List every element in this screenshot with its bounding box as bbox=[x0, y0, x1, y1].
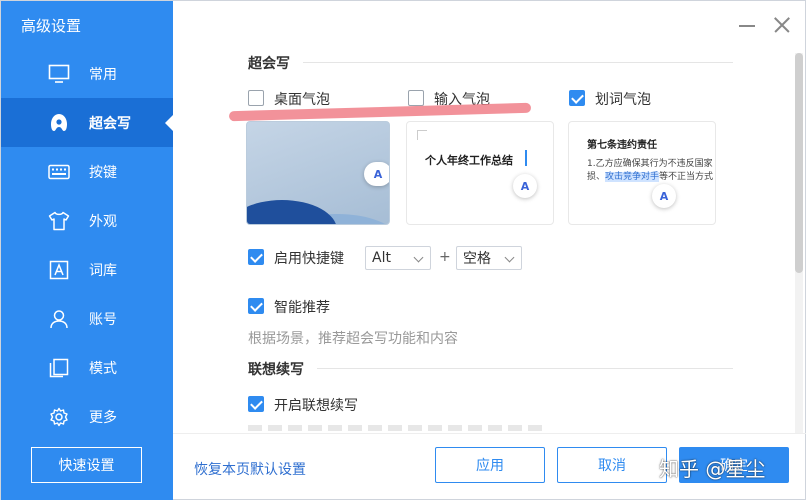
sidebar-item-label: 账号 bbox=[89, 311, 117, 328]
hotkey-checkbox[interactable] bbox=[248, 249, 264, 265]
desktop-bubble-checkbox[interactable] bbox=[248, 90, 264, 106]
word-bubble-preview: 第七条违约责任 1.乙方应确保其行为不违反国家 损、攻击竞争对手等不正当方式 A bbox=[568, 121, 716, 225]
desktop-bubble-preview: A bbox=[246, 121, 390, 225]
word-bubble-checkbox[interactable] bbox=[569, 90, 585, 106]
sidebar-item-label: 词库 bbox=[89, 262, 117, 279]
sidebar-item-general[interactable]: 常用 bbox=[1, 49, 173, 98]
watermark: 知乎 @星尘 bbox=[659, 457, 766, 481]
sidebar-item-label: 按键 bbox=[89, 164, 117, 181]
ai-logo-icon bbox=[48, 112, 70, 134]
sidebar-item-label: 更多 bbox=[89, 409, 117, 426]
mode-icon bbox=[48, 357, 70, 379]
scrollbar[interactable] bbox=[795, 53, 803, 433]
tshirt-icon bbox=[48, 210, 70, 232]
sidebar-item-label: 常用 bbox=[89, 66, 117, 83]
footer-divider bbox=[173, 433, 806, 434]
hotkey-key-select[interactable]: 空格 bbox=[456, 246, 522, 270]
user-icon bbox=[48, 308, 70, 330]
sidebar-item-more[interactable]: 更多 bbox=[1, 392, 173, 441]
preview-word-title: 第七条违约责任 bbox=[587, 140, 657, 151]
preview-input-text: 个人年终工作总结 bbox=[425, 154, 513, 167]
hotkey-modifier-select[interactable]: Alt bbox=[365, 246, 431, 270]
sidebar-item-super-write[interactable]: 超会写 bbox=[1, 98, 173, 147]
scrollbar-thumb[interactable] bbox=[795, 53, 803, 273]
continue-write-checkbox[interactable] bbox=[248, 396, 264, 412]
close-icon[interactable] bbox=[772, 15, 792, 35]
continue-write-label: 开启联想续写 bbox=[274, 398, 358, 414]
chevron-down-icon bbox=[504, 252, 515, 263]
sidebar-item-account[interactable]: 账号 bbox=[1, 294, 173, 343]
section-divider bbox=[303, 62, 733, 63]
preview-word-line: 损、攻击竞争对手等不正当方式 bbox=[587, 172, 714, 182]
keyboard-icon bbox=[48, 161, 70, 183]
input-bubble-checkbox[interactable] bbox=[408, 90, 424, 106]
desktop-bubble-label: 桌面气泡 bbox=[274, 92, 330, 108]
sidebar-item-keys[interactable]: 按键 bbox=[1, 147, 173, 196]
cancel-button[interactable]: 取消 bbox=[557, 447, 667, 483]
gear-icon bbox=[48, 406, 70, 428]
hotkey-label: 启用快捷键 bbox=[274, 251, 344, 267]
quick-settings-button[interactable]: 快速设置 bbox=[31, 447, 142, 483]
bubble-logo-icon: A bbox=[513, 174, 537, 198]
preview-word-line: 1.乙方应确保其行为不违反国家 bbox=[587, 159, 713, 169]
selected-text-highlight: 攻击竞争对手 bbox=[605, 172, 660, 182]
text-caret bbox=[525, 150, 527, 166]
word-bubble-label: 划词气泡 bbox=[595, 92, 651, 108]
smart-recommend-label: 智能推荐 bbox=[274, 300, 330, 316]
sidebar-item-label: 外观 bbox=[89, 213, 117, 230]
sidebar-item-dictionary[interactable]: 词库 bbox=[1, 245, 173, 294]
clipped-hint-text bbox=[248, 425, 548, 431]
input-bubble-preview: 个人年终工作总结 A bbox=[406, 121, 554, 225]
section-title-continue-write: 联想续写 bbox=[248, 362, 304, 378]
smart-recommend-hint: 根据场景，推荐超会写功能和内容 bbox=[248, 331, 458, 347]
plus-sign: + bbox=[439, 249, 451, 265]
smart-recommend-checkbox[interactable] bbox=[248, 298, 264, 314]
window-title: 高级设置 bbox=[21, 17, 82, 35]
section-title-super-write: 超会写 bbox=[248, 56, 290, 72]
bubble-logo-icon: A bbox=[652, 184, 676, 208]
chevron-down-icon bbox=[413, 252, 424, 263]
dictionary-icon bbox=[48, 259, 70, 281]
settings-window: 高级设置 常用 超会写 按键 外观 词库 账号 模式 更多 快速设置 超会写 桌… bbox=[0, 0, 806, 500]
bubble-logo-icon: A bbox=[364, 162, 389, 186]
sidebar: 高级设置 常用 超会写 按键 外观 词库 账号 模式 更多 快速设置 bbox=[1, 1, 173, 500]
minimize-icon[interactable] bbox=[737, 15, 757, 35]
section-divider bbox=[317, 368, 733, 369]
sidebar-item-label: 超会写 bbox=[89, 115, 131, 132]
restore-defaults-link[interactable]: 恢复本页默认设置 bbox=[194, 459, 306, 479]
sidebar-item-appearance[interactable]: 外观 bbox=[1, 196, 173, 245]
monitor-icon bbox=[48, 63, 70, 85]
sidebar-item-label: 模式 bbox=[89, 360, 117, 377]
sidebar-item-mode[interactable]: 模式 bbox=[1, 343, 173, 392]
apply-button[interactable]: 应用 bbox=[435, 447, 545, 483]
